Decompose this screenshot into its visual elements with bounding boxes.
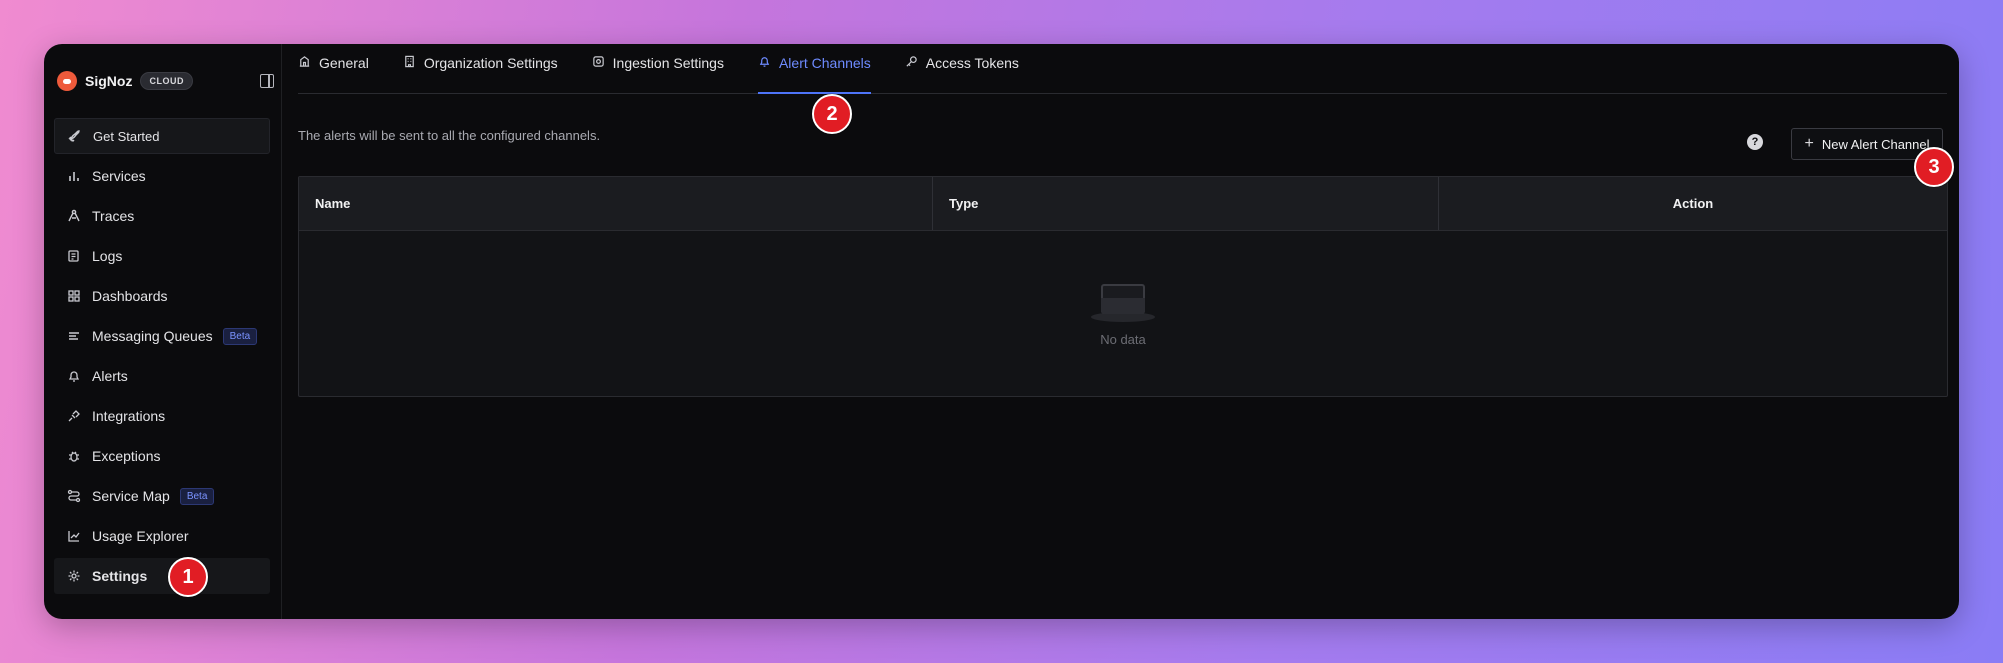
brand: SigNoz CLOUD <box>54 44 281 118</box>
sidebar-item-dashboards[interactable]: Dashboards <box>54 278 270 314</box>
office-icon <box>403 55 416 71</box>
sidebar-item-exceptions[interactable]: Exceptions <box>54 438 270 474</box>
plug-icon <box>66 408 82 424</box>
sidebar-item-label: Logs <box>92 248 123 264</box>
tab-label: Access Tokens <box>925 55 1019 71</box>
sidebar-item-label: Usage Explorer <box>92 528 189 544</box>
sidebar-item-label: Traces <box>92 208 135 224</box>
new-alert-channel-label: New Alert Channel <box>1821 136 1930 152</box>
line-chart-icon <box>66 528 82 544</box>
beta-badge: Beta <box>222 327 258 345</box>
sidebar-item-alerts[interactable]: Alerts <box>54 358 270 394</box>
column-header-name[interactable]: Name <box>299 177 933 230</box>
sidebar-item-settings[interactable]: Settings <box>54 558 270 594</box>
tab-access-tokens[interactable]: Access Tokens <box>905 44 1019 93</box>
tab-ingestion-settings[interactable]: Ingestion Settings <box>592 44 724 93</box>
sidebar-item-label: Alerts <box>92 368 128 384</box>
plus-icon: + <box>1804 135 1814 152</box>
route-icon <box>66 208 82 224</box>
scroll-icon <box>66 248 82 264</box>
sidebar-item-usage-explorer[interactable]: Usage Explorer <box>54 518 270 554</box>
step-marker-3: 3 <box>1914 147 1954 187</box>
sidebar-item-services[interactable]: Services <box>54 158 270 194</box>
bell-icon <box>66 368 82 384</box>
empty-inbox-icon <box>1091 282 1155 322</box>
sidebar: SigNoz CLOUD Get Started Services Traces <box>44 44 282 619</box>
sidebar-item-integrations[interactable]: Integrations <box>54 398 270 434</box>
settings-tabs: General Organization Settings Ingestion … <box>298 44 1947 94</box>
key-icon <box>905 55 918 71</box>
building-icon <box>298 55 311 71</box>
sidebar-item-label: Get Started <box>93 128 160 144</box>
list-icon <box>66 328 82 344</box>
bug-icon <box>66 448 82 464</box>
main-content: General Organization Settings Ingestion … <box>282 44 1959 619</box>
cog-icon <box>592 55 605 71</box>
map-icon <box>66 488 82 504</box>
column-header-action: Action <box>1672 196 1714 211</box>
signoz-logo-icon <box>57 71 77 91</box>
tab-label: Alert Channels <box>778 55 871 71</box>
sidebar-item-label: Settings <box>92 568 148 584</box>
sidebar-item-traces[interactable]: Traces <box>54 198 270 234</box>
sidebar-item-label: Dashboards <box>92 288 168 304</box>
beta-badge: Beta <box>179 487 215 505</box>
bell-icon <box>758 55 771 71</box>
step-marker-1: 1 <box>168 557 208 597</box>
alert-channels-description: The alerts will be sent to all the confi… <box>298 128 601 143</box>
sidebar-item-label: Integrations <box>92 408 166 424</box>
tab-label: Organization Settings <box>423 55 558 71</box>
sidebar-collapse-icon[interactable] <box>260 74 274 88</box>
table-empty-state: No data <box>299 231 1947 397</box>
rocket-icon <box>67 128 83 144</box>
alert-channels-table: Name Type Action No data <box>298 176 1948 397</box>
table-header: Name Type Action <box>299 177 1947 231</box>
sidebar-item-logs[interactable]: Logs <box>54 238 270 274</box>
sidebar-item-service-map[interactable]: Service Map Beta <box>54 478 270 514</box>
app-window: SigNoz CLOUD Get Started Services Traces <box>44 44 1959 619</box>
column-header-type[interactable]: Type <box>933 177 1439 230</box>
grid-icon <box>66 288 82 304</box>
tab-general[interactable]: General <box>298 44 369 93</box>
tab-alert-channels[interactable]: Alert Channels <box>757 44 871 94</box>
tab-label: Ingestion Settings <box>612 55 724 71</box>
tab-label: General <box>319 55 369 71</box>
step-marker-2: 2 <box>812 94 852 134</box>
cloud-badge: CLOUD <box>140 72 193 90</box>
sidebar-item-label: Exceptions <box>92 448 161 464</box>
brand-name: SigNoz <box>85 73 133 89</box>
sidebar-item-label: Messaging Queues <box>92 328 213 344</box>
bar-chart-icon <box>66 168 82 184</box>
sidebar-item-label: Services <box>92 168 146 184</box>
sidebar-item-label: Service Map <box>92 488 170 504</box>
sidebar-item-messaging-queues[interactable]: Messaging Queues Beta <box>54 318 270 354</box>
help-icon[interactable]: ? <box>1747 134 1763 150</box>
tab-organization-settings[interactable]: Organization Settings <box>403 44 558 93</box>
gear-icon <box>66 568 82 584</box>
sidebar-item-get-started[interactable]: Get Started <box>54 118 270 154</box>
empty-text: No data <box>1100 331 1146 347</box>
